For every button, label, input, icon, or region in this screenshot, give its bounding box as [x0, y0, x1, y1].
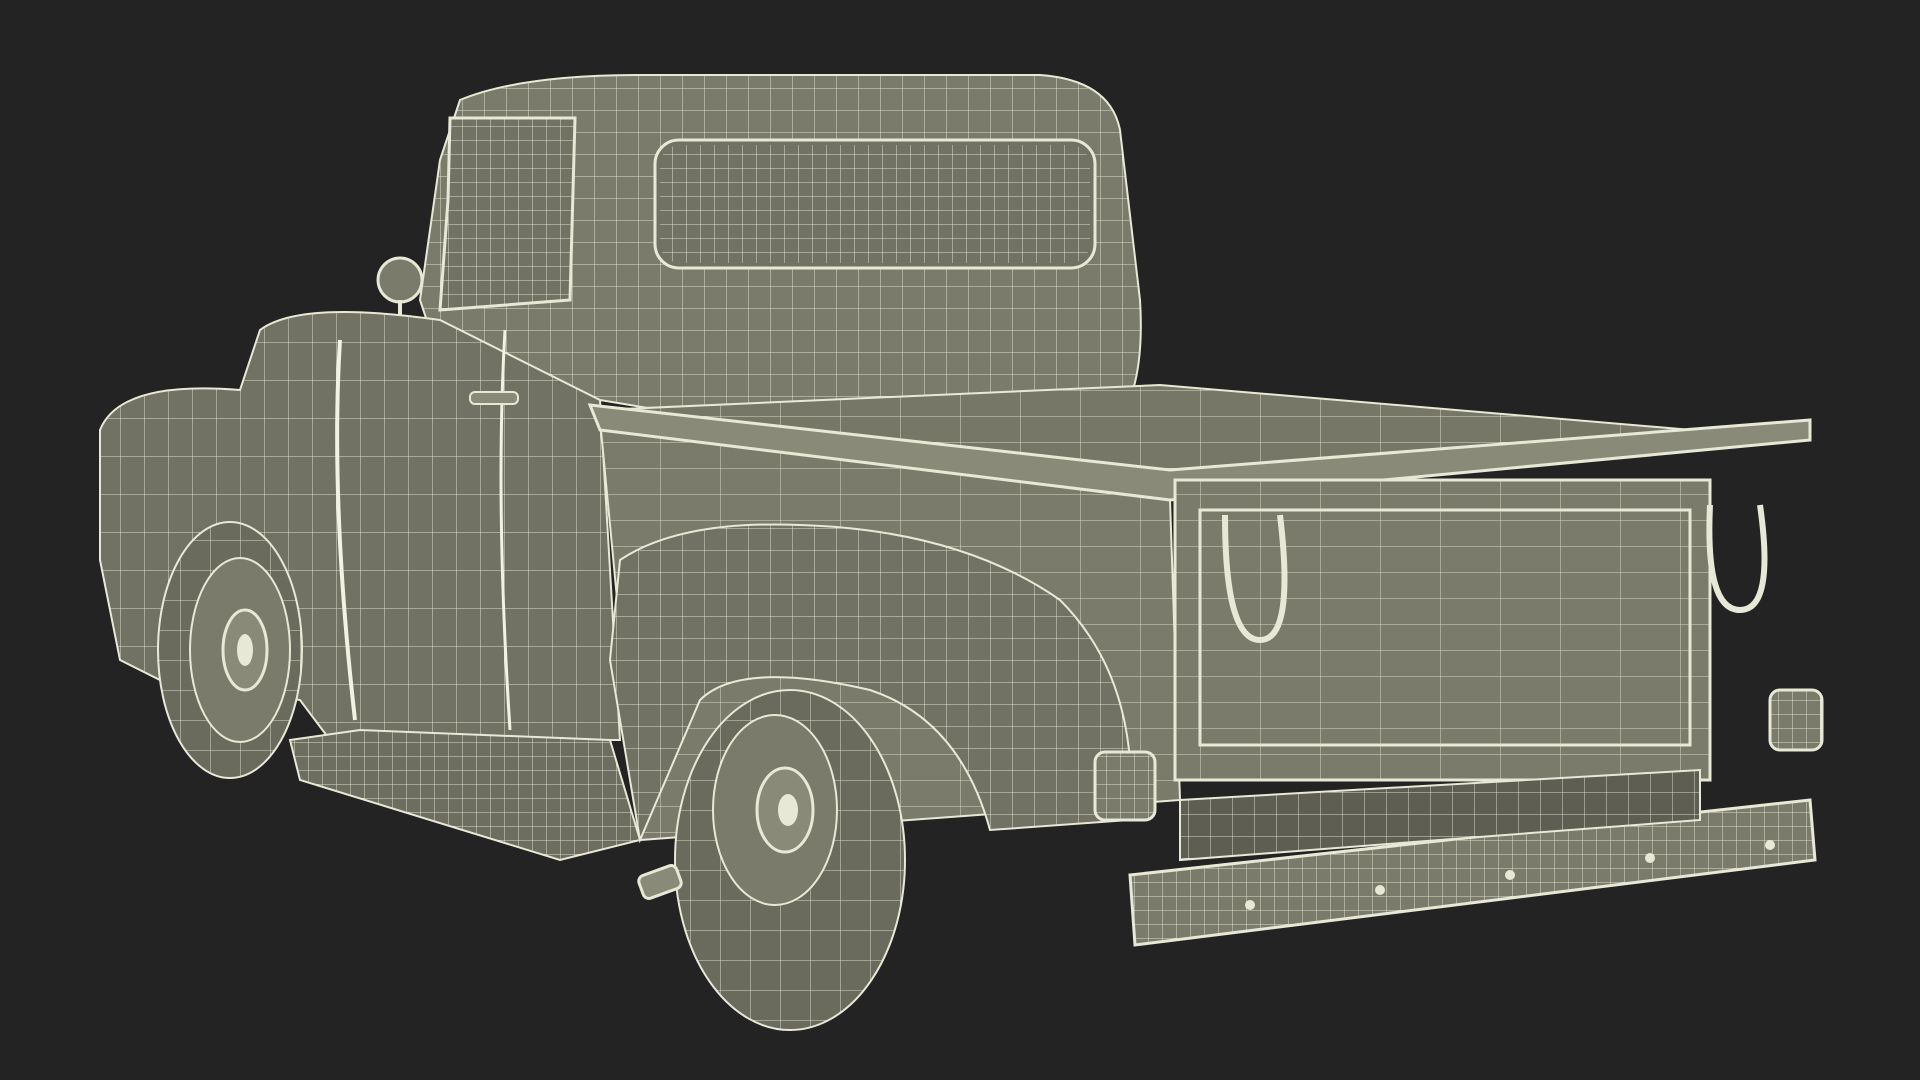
render-viewport	[0, 0, 1920, 1080]
door-handle	[469, 391, 519, 405]
side-mirror	[376, 256, 424, 304]
running-board	[288, 728, 642, 862]
front-wheel	[157, 521, 303, 779]
tailgate-chain-right	[1706, 504, 1768, 614]
exhaust-pipe	[637, 864, 683, 900]
truck-wireframe-render	[99, 74, 1824, 1031]
